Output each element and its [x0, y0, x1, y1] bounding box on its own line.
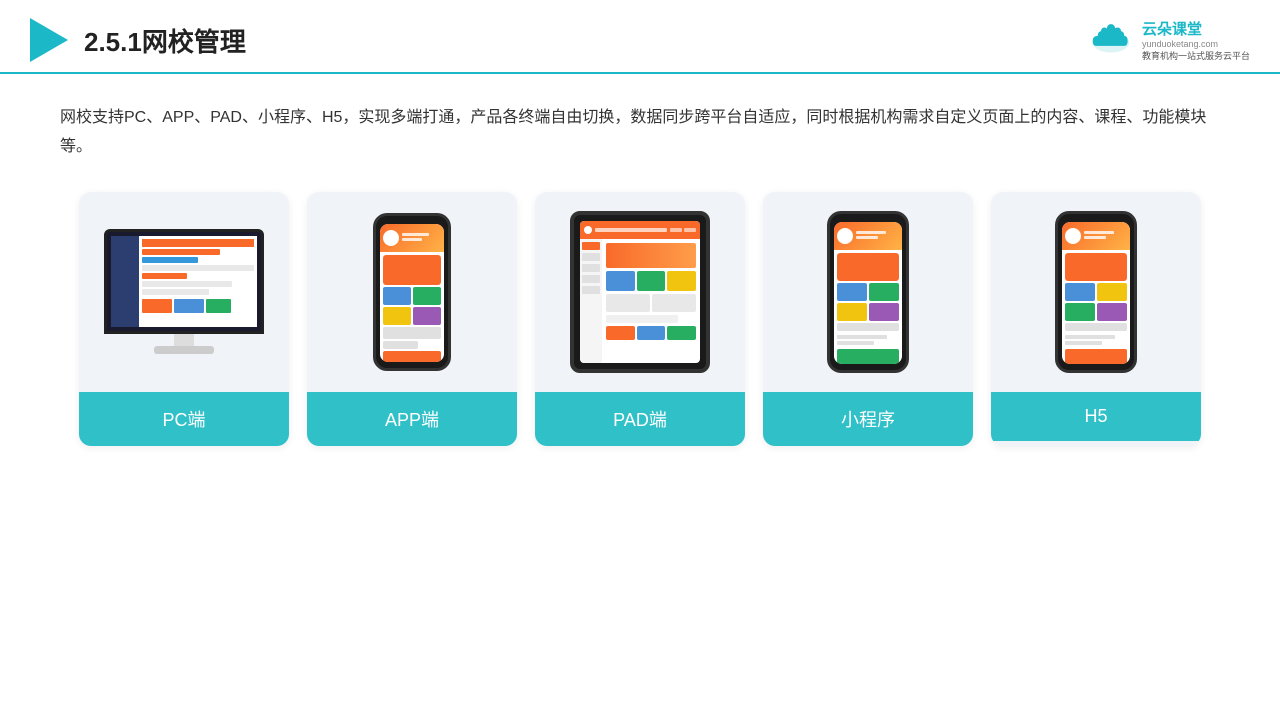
card-h5-label: H5: [991, 392, 1201, 441]
page-title: 2.5.1网校管理: [84, 22, 246, 59]
card-pad-label: PAD端: [535, 392, 745, 446]
card-app-label: APP端: [307, 392, 517, 446]
phone-h5-icon: [1055, 211, 1137, 373]
main-content: 网校支持PC、APP、PAD、小程序、H5，实现多端打通，产品各终端自由切换，数…: [0, 74, 1280, 466]
card-pc-image: [79, 192, 289, 392]
phone-miniprogram-screen: [834, 222, 902, 364]
phone-h5-notch: [1084, 214, 1108, 220]
phone-app-screen: [380, 224, 444, 362]
card-h5-image: [991, 192, 1201, 392]
tablet-screen: [580, 221, 700, 363]
description-text: 网校支持PC、APP、PAD、小程序、H5，实现多端打通，产品各终端自由切换，数…: [60, 104, 1220, 162]
cards-grid: PC端: [60, 192, 1220, 446]
pc-monitor-icon: [104, 229, 264, 354]
card-app: APP端: [307, 192, 517, 446]
tablet-icon: [570, 211, 710, 373]
header-right: 云朵课堂 yunduoketang.com 教育机构一站式服务云平台: [1086, 18, 1250, 62]
card-miniprogram: 小程序: [763, 192, 973, 446]
card-miniprogram-image: [763, 192, 973, 392]
phone-miniprogram-notch: [856, 214, 880, 220]
brand-name: 云朵课堂: [1142, 18, 1250, 39]
card-app-image: [307, 192, 517, 392]
card-pc-label: PC端: [79, 392, 289, 446]
brand-text-block: 云朵课堂 yunduoketang.com 教育机构一站式服务云平台: [1142, 18, 1250, 62]
card-pc: PC端: [79, 192, 289, 446]
logo-triangle-icon: [30, 18, 68, 62]
card-miniprogram-label: 小程序: [763, 392, 973, 446]
phone-miniprogram-icon: [827, 211, 909, 373]
header: 2.5.1网校管理 云朵课堂 yunduoketang.com 教育机构一站式服…: [0, 0, 1280, 74]
brand-url: yunduoketang.com: [1142, 39, 1250, 49]
phone-notch: [400, 216, 424, 222]
brand-slogan: 教育机构一站式服务云平台: [1142, 49, 1250, 62]
phone-app-icon: [373, 213, 451, 371]
card-pad: PAD端: [535, 192, 745, 446]
phone-h5-screen: [1062, 222, 1130, 364]
brand-logo: 云朵课堂 yunduoketang.com 教育机构一站式服务云平台: [1086, 18, 1250, 62]
card-h5: H5: [991, 192, 1201, 446]
card-pad-image: [535, 192, 745, 392]
cloud-icon: [1086, 22, 1136, 58]
header-left: 2.5.1网校管理: [30, 18, 246, 62]
